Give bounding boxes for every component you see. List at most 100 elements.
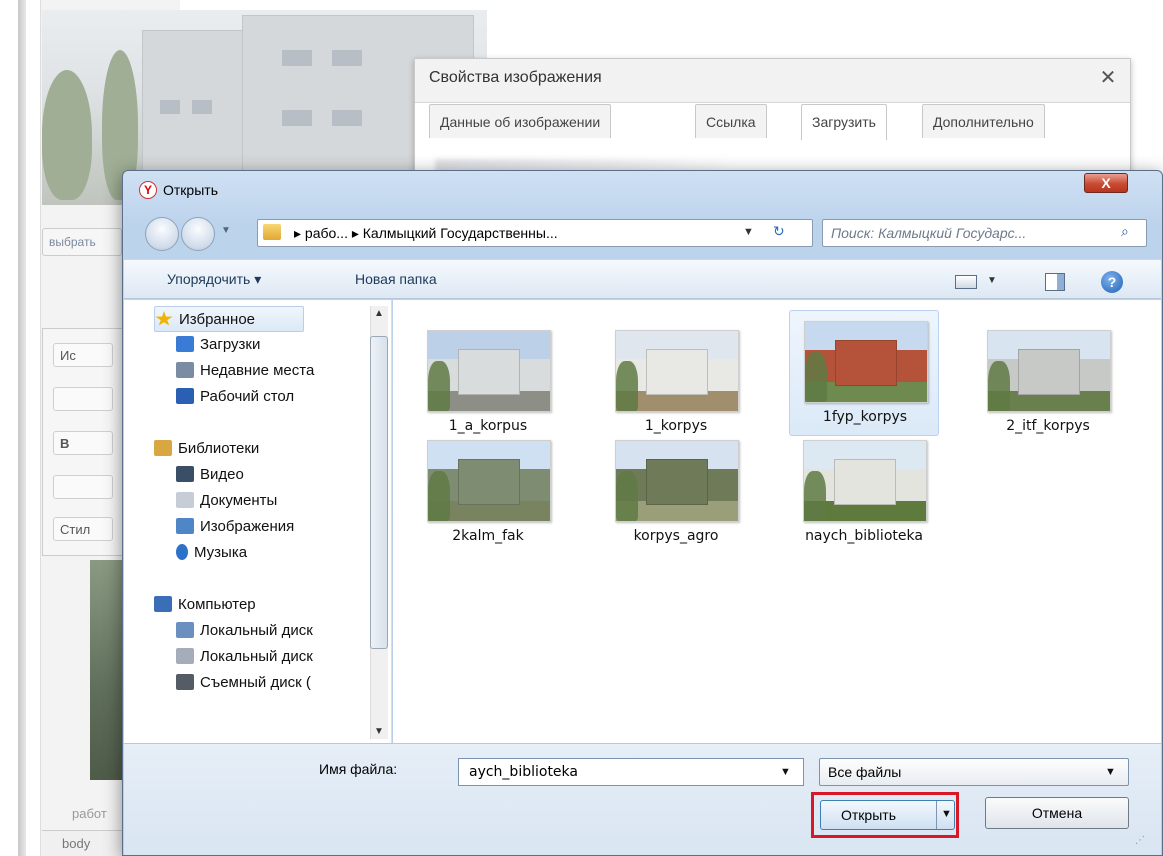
sidebar-item-label: Компьютер <box>178 596 256 613</box>
view-options-dropdown[interactable]: ▼ <box>987 275 997 286</box>
image-thumbnail <box>427 440 551 522</box>
sidebar-item[interactable]: Локальный диск <box>176 644 372 670</box>
dialog-title: Открыть <box>163 182 218 198</box>
sidebar-item-label: Локальный диск <box>200 648 313 665</box>
sidebar-item[interactable]: Видео <box>176 462 372 488</box>
file-item[interactable]: 2kalm_fak <box>413 430 563 556</box>
sidebar-item[interactable]: Съемный диск ( <box>176 670 372 696</box>
sidebar-item[interactable]: Рабочий стол <box>176 384 372 410</box>
sidebar-item-label: Музыка <box>194 544 248 561</box>
filename-history-dropdown[interactable]: ▼ <box>780 766 791 778</box>
scrollbar-thumb[interactable] <box>370 336 388 649</box>
organize-menu[interactable]: Упорядочить ▾ <box>167 271 261 288</box>
file-item[interactable]: 1_korpys <box>601 320 751 446</box>
pick-file-button[interactable]: выбрать <box>42 228 122 256</box>
tab-advanced[interactable]: Дополнительно <box>922 104 1045 138</box>
sidebar-item[interactable]: Избранное <box>154 306 304 332</box>
recent-locations-dropdown[interactable]: ▼ <box>221 225 231 236</box>
file-type-select[interactable]: Все файлы <box>819 758 1129 786</box>
pictures-icon <box>176 518 194 534</box>
refresh-icon[interactable]: ↻ <box>773 223 785 240</box>
file-name: naych_biblioteka <box>805 528 923 544</box>
file-name: 2_itf_korpys <box>1006 418 1090 434</box>
styles-dropdown[interactable]: Стил <box>53 517 113 541</box>
image-thumbnail <box>803 440 927 522</box>
sidebar-item[interactable]: Документы <box>176 488 372 514</box>
file-type-dropdown-icon[interactable]: ▼ <box>1105 766 1116 778</box>
scroll-down-icon[interactable]: ▼ <box>374 726 384 737</box>
open-file-dialog: Y Открыть X ▼ ▸ рабо... ▸ Калмыцкий Госу… <box>122 170 1163 856</box>
sidebar-item-label: Загрузки <box>200 336 261 353</box>
documents-icon <box>176 492 194 508</box>
file-item[interactable]: naych_biblioteka <box>789 430 939 556</box>
sidebar-item-label: Рабочий стол <box>200 388 295 405</box>
filename-input[interactable]: aych_biblioteka <box>458 758 804 786</box>
recent-places-icon <box>176 362 194 378</box>
sidebar-item[interactable]: Локальный диск <box>176 618 372 644</box>
video-icon <box>176 466 194 482</box>
command-bar <box>124 259 1161 299</box>
search-icon[interactable]: ⌕ <box>1121 223 1139 241</box>
sidebar-item-label: Библиотеки <box>178 440 260 457</box>
resize-grip-icon[interactable]: ⋰ <box>1135 835 1145 846</box>
source-button[interactable]: Ис <box>53 343 113 367</box>
change-view-icon[interactable] <box>955 275 977 289</box>
address-dropdown-icon[interactable]: ▼ <box>743 226 754 238</box>
file-item[interactable]: 2_itf_korpys <box>973 320 1123 446</box>
image-thumbnail <box>615 330 739 412</box>
open-button-divider <box>936 801 937 829</box>
back-button[interactable] <box>145 217 179 251</box>
file-name: 2kalm_fak <box>452 528 524 544</box>
sidebar-item-label: Видео <box>200 466 244 483</box>
image-thumbnail <box>427 330 551 412</box>
yandex-browser-icon: Y <box>139 181 157 199</box>
star-icon <box>155 311 173 326</box>
sidebar-item-label: Документы <box>200 492 278 509</box>
music-icon <box>176 544 188 560</box>
sidebar-item-label: Локальный диск <box>200 622 313 639</box>
image-thumbnail <box>987 330 1111 412</box>
folder-icon <box>263 224 281 240</box>
new-folder-button[interactable]: Новая папка <box>355 271 437 287</box>
sidebar-item[interactable]: Недавние места <box>176 358 372 384</box>
local-disk-icon <box>176 622 194 638</box>
downloads-folder-icon <box>176 336 194 352</box>
scroll-up-icon[interactable]: ▲ <box>374 308 384 319</box>
file-list: 1_a_korpus 1_korpys 1fyp_korpys 2_itf_korpy… <box>393 300 1161 743</box>
tab-upload[interactable]: Загрузить <box>801 104 887 140</box>
preview-pane-icon[interactable] <box>1045 273 1065 291</box>
close-icon[interactable]: ✕ <box>1097 67 1119 89</box>
help-icon[interactable]: ? <box>1101 271 1123 293</box>
sidebar-item[interactable]: Компьютер <box>154 592 304 618</box>
local-disk-icon <box>176 648 194 664</box>
image-properties-title: Свойства изображения <box>429 69 602 86</box>
sidebar-item-label: Изображения <box>200 518 295 535</box>
cancel-button[interactable]: Отмена <box>985 797 1129 829</box>
forward-button[interactable] <box>181 217 215 251</box>
tab-link[interactable]: Ссылка <box>695 104 767 138</box>
desktop-icon <box>176 388 194 404</box>
address-bar[interactable]: ▸ рабо... ▸ Калмыцкий Государственны... <box>257 219 813 247</box>
sidebar-item[interactable]: Загрузки <box>176 332 372 358</box>
file-name: korpys_agro <box>633 528 719 544</box>
page-left-edge <box>18 0 26 856</box>
template-button[interactable] <box>53 387 113 411</box>
close-button[interactable]: X <box>1084 173 1128 193</box>
sidebar-item[interactable]: Музыка <box>176 540 372 566</box>
computer-icon <box>154 596 172 612</box>
open-button[interactable]: Открыть <box>820 800 955 830</box>
image-thumbnail <box>615 440 739 522</box>
sidebar-item[interactable]: Библиотеки <box>154 436 304 462</box>
file-item[interactable]: 1fyp_korpys <box>789 310 939 436</box>
bold-button[interactable]: B <box>53 431 113 455</box>
file-item[interactable]: 1_a_korpus <box>413 320 563 446</box>
file-name: 1fyp_korpys <box>822 409 908 425</box>
sidebar-item[interactable]: Изображения <box>176 514 372 540</box>
search-input[interactable]: Поиск: Калмыцкий Государс... <box>822 219 1147 247</box>
image-button[interactable] <box>53 475 113 499</box>
navigation-pane: Избранное Загрузки Недавние места Рабочий с… <box>124 300 392 743</box>
open-options-dropdown[interactable]: ▼ <box>941 808 952 820</box>
file-item[interactable]: korpys_agro <box>601 430 751 556</box>
image-thumbnail <box>804 321 928 403</box>
tab-image-info[interactable]: Данные об изображении <box>429 104 612 138</box>
